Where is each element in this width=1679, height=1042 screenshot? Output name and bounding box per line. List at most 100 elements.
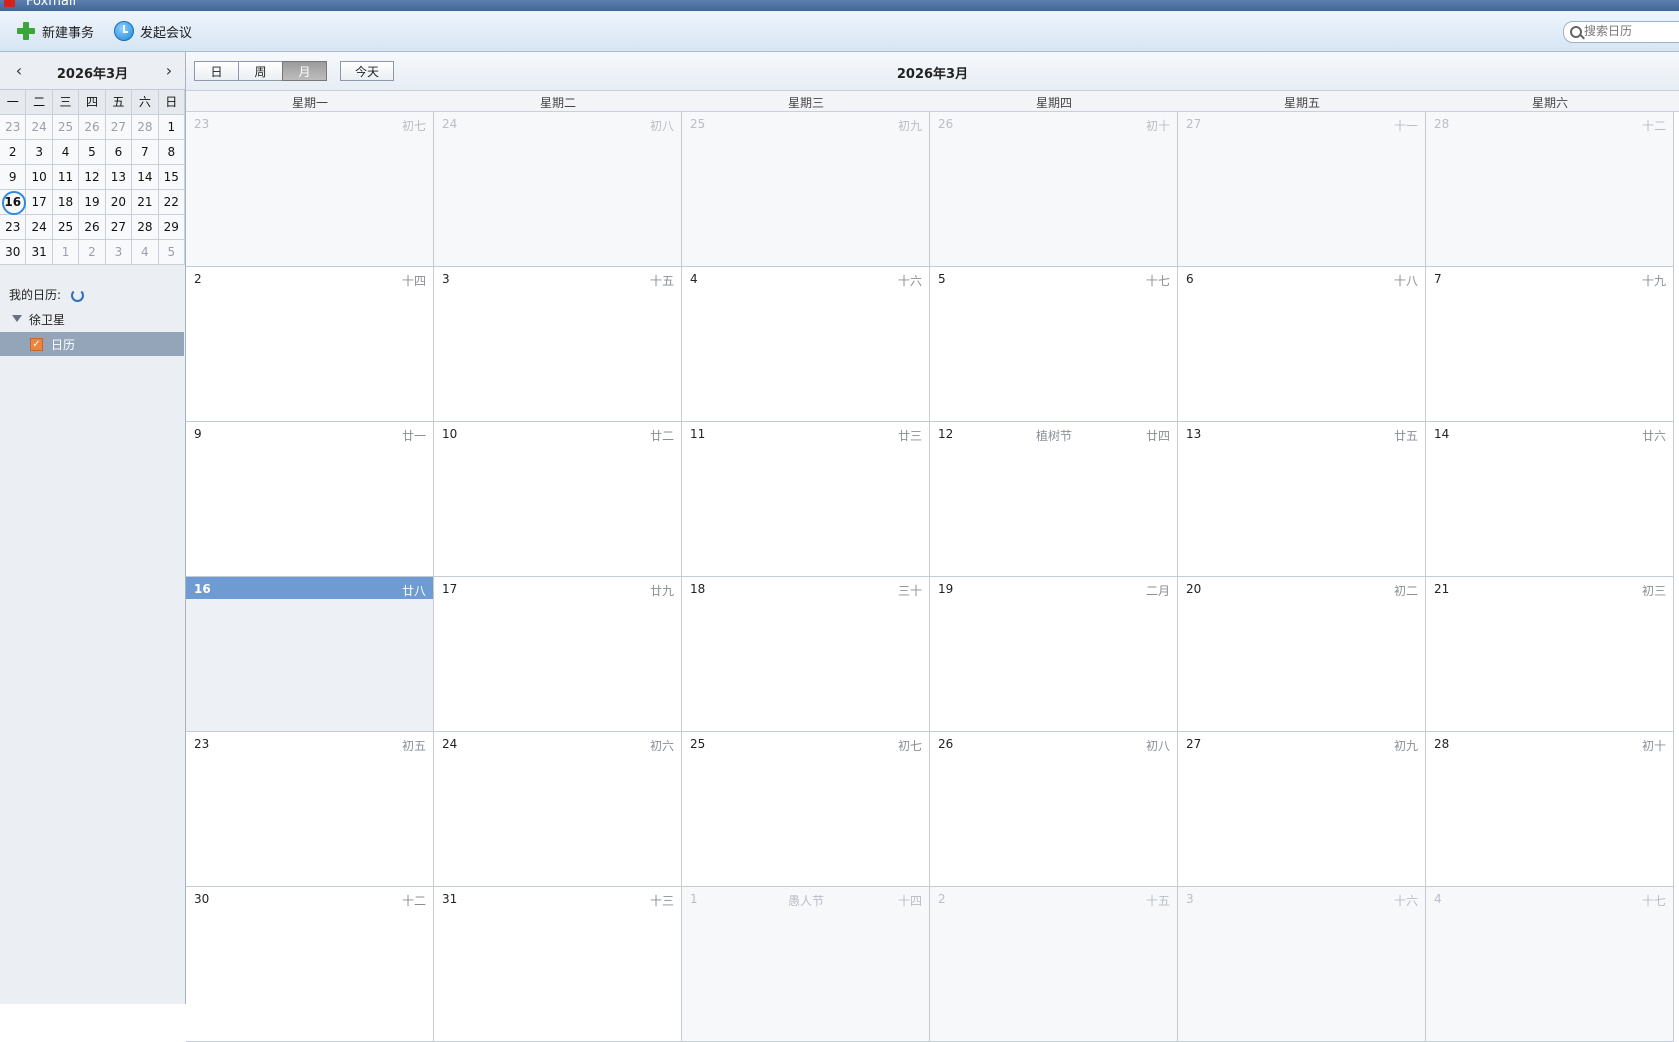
day-cell[interactable]: 28 十二	[1426, 112, 1674, 267]
mini-day[interactable]: 17	[26, 190, 53, 215]
lunar-date: 廿六	[1641, 429, 1666, 443]
day-number: 9	[194, 427, 202, 441]
search-input[interactable]	[1584, 23, 1679, 39]
mini-day[interactable]: 25	[52, 115, 80, 140]
mini-day[interactable]: 28	[132, 215, 159, 240]
mini-day[interactable]: 5	[158, 240, 185, 265]
day-cell[interactable]: 9 廿一	[186, 422, 434, 577]
weekday-header: 星期三	[787, 96, 824, 110]
mini-day[interactable]: 22	[158, 190, 185, 215]
mini-day[interactable]: 15	[158, 165, 185, 190]
day-cell[interactable]: 28 初十	[1426, 732, 1674, 887]
mini-day[interactable]: 11	[52, 165, 80, 190]
mini-day[interactable]: 26	[79, 215, 106, 240]
day-number: 3	[1186, 892, 1194, 906]
day-cell[interactable]: 19 二月	[930, 577, 1178, 732]
day-cell[interactable]: 10 廿二	[434, 422, 682, 577]
mini-day[interactable]: 21	[132, 190, 159, 215]
day-cell[interactable]: 11 廿三	[682, 422, 930, 577]
day-number: 21	[1434, 582, 1450, 596]
day-cell[interactable]: 6 十八	[1178, 267, 1426, 422]
expand-triangle-icon[interactable]	[12, 315, 22, 322]
refresh-icon[interactable]	[71, 289, 84, 302]
mini-day[interactable]: 25	[52, 215, 80, 240]
day-cell[interactable]: 2 十五	[930, 887, 1178, 1042]
day-cell[interactable]: 31 十三	[434, 887, 682, 1042]
day-cell[interactable]: 5 十七	[930, 267, 1178, 422]
calendar-owner-row[interactable]: 徐卫星	[0, 308, 185, 328]
mini-day[interactable]: 13	[105, 165, 133, 190]
start-meeting-label: 发起会议	[140, 25, 193, 41]
mini-day[interactable]: 14	[132, 165, 159, 190]
mini-day[interactable]: 3	[105, 240, 133, 265]
day-cell[interactable]: 13 廿五	[1178, 422, 1426, 577]
day-cell[interactable]: 4 十七	[1426, 887, 1674, 1042]
mini-day[interactable]: 10	[26, 165, 53, 190]
lunar-date: 十二	[1641, 119, 1666, 133]
mini-day-today[interactable]: 16	[0, 190, 27, 215]
mini-day[interactable]: 27	[105, 115, 133, 140]
day-cell[interactable]: 3 十六	[1178, 887, 1426, 1042]
day-cell[interactable]: 25 初九	[682, 112, 930, 267]
mini-day[interactable]: 20	[105, 190, 133, 215]
day-cell[interactable]: 23 初五	[186, 732, 434, 887]
next-month-button[interactable]: ›	[160, 61, 178, 80]
mini-day[interactable]: 3	[26, 140, 53, 165]
mini-day[interactable]: 7	[132, 140, 159, 165]
new-event-button[interactable]: 新建事务	[16, 20, 94, 42]
mini-day[interactable]: 4	[52, 140, 80, 165]
day-cell[interactable]: 7 十九	[1426, 267, 1674, 422]
day-cell[interactable]: 24 初八	[434, 112, 682, 267]
mini-day[interactable]: 5	[79, 140, 106, 165]
lunar-date: 廿四	[1145, 429, 1170, 443]
mini-day[interactable]: 2	[79, 240, 106, 265]
day-cell[interactable]: 3 十五	[434, 267, 682, 422]
mini-day[interactable]: 30	[0, 240, 27, 265]
day-cell[interactable]: 12 植树节 廿四	[930, 422, 1178, 577]
mini-day[interactable]: 8	[158, 140, 185, 165]
day-cell-today[interactable]: 16 廿八	[186, 577, 434, 732]
mini-day[interactable]: 23	[0, 115, 27, 140]
day-cell[interactable]: 26 初八	[930, 732, 1178, 887]
mini-day[interactable]: 24	[26, 115, 53, 140]
day-cell[interactable]: 4 十六	[682, 267, 930, 422]
mini-day[interactable]: 29	[158, 215, 185, 240]
mini-day[interactable]: 26	[79, 115, 106, 140]
mini-day[interactable]: 18	[52, 190, 80, 215]
start-meeting-button[interactable]: 发起会议	[114, 20, 192, 42]
day-cell[interactable]: 18 三十	[682, 577, 930, 732]
day-cell[interactable]: 27 初九	[1178, 732, 1426, 887]
day-cell[interactable]: 2 十四	[186, 267, 434, 422]
day-cell[interactable]: 24 初六	[434, 732, 682, 887]
mini-day[interactable]: 6	[105, 140, 133, 165]
mini-day[interactable]: 19	[79, 190, 106, 215]
mini-day[interactable]: 12	[79, 165, 106, 190]
mini-day[interactable]: 4	[132, 240, 159, 265]
mini-day[interactable]: 2	[0, 140, 27, 165]
mini-day[interactable]: 9	[0, 165, 27, 190]
day-cell[interactable]: 25 初七	[682, 732, 930, 887]
day-cell[interactable]: 26 初十	[930, 112, 1178, 267]
day-cell[interactable]: 30 十二	[186, 887, 434, 1042]
day-cell[interactable]: 23 初七	[186, 112, 434, 267]
foxmail-logo-icon	[4, 0, 15, 7]
day-number: 2	[194, 272, 202, 286]
lunar-date: 十三	[649, 894, 674, 908]
calendar-checkbox[interactable]: ✓	[30, 338, 43, 351]
calendar-item[interactable]: ✓ 日历	[0, 332, 184, 356]
mini-day[interactable]: 27	[105, 215, 133, 240]
mini-day[interactable]: 31	[26, 240, 53, 265]
new-event-label: 新建事务	[42, 25, 95, 41]
mini-day[interactable]: 23	[0, 215, 27, 240]
day-cell[interactable]: 14 廿六	[1426, 422, 1674, 577]
mini-day[interactable]: 1	[158, 115, 185, 140]
day-cell[interactable]: 17 廿九	[434, 577, 682, 732]
lunar-date: 十五	[1145, 894, 1170, 908]
day-cell[interactable]: 1 愚人节 十四	[682, 887, 930, 1042]
mini-day[interactable]: 1	[52, 240, 80, 265]
day-cell[interactable]: 20 初二	[1178, 577, 1426, 732]
mini-day[interactable]: 24	[26, 215, 53, 240]
day-cell[interactable]: 21 初三	[1426, 577, 1674, 732]
day-cell[interactable]: 27 十一	[1178, 112, 1426, 267]
mini-day[interactable]: 28	[132, 115, 159, 140]
